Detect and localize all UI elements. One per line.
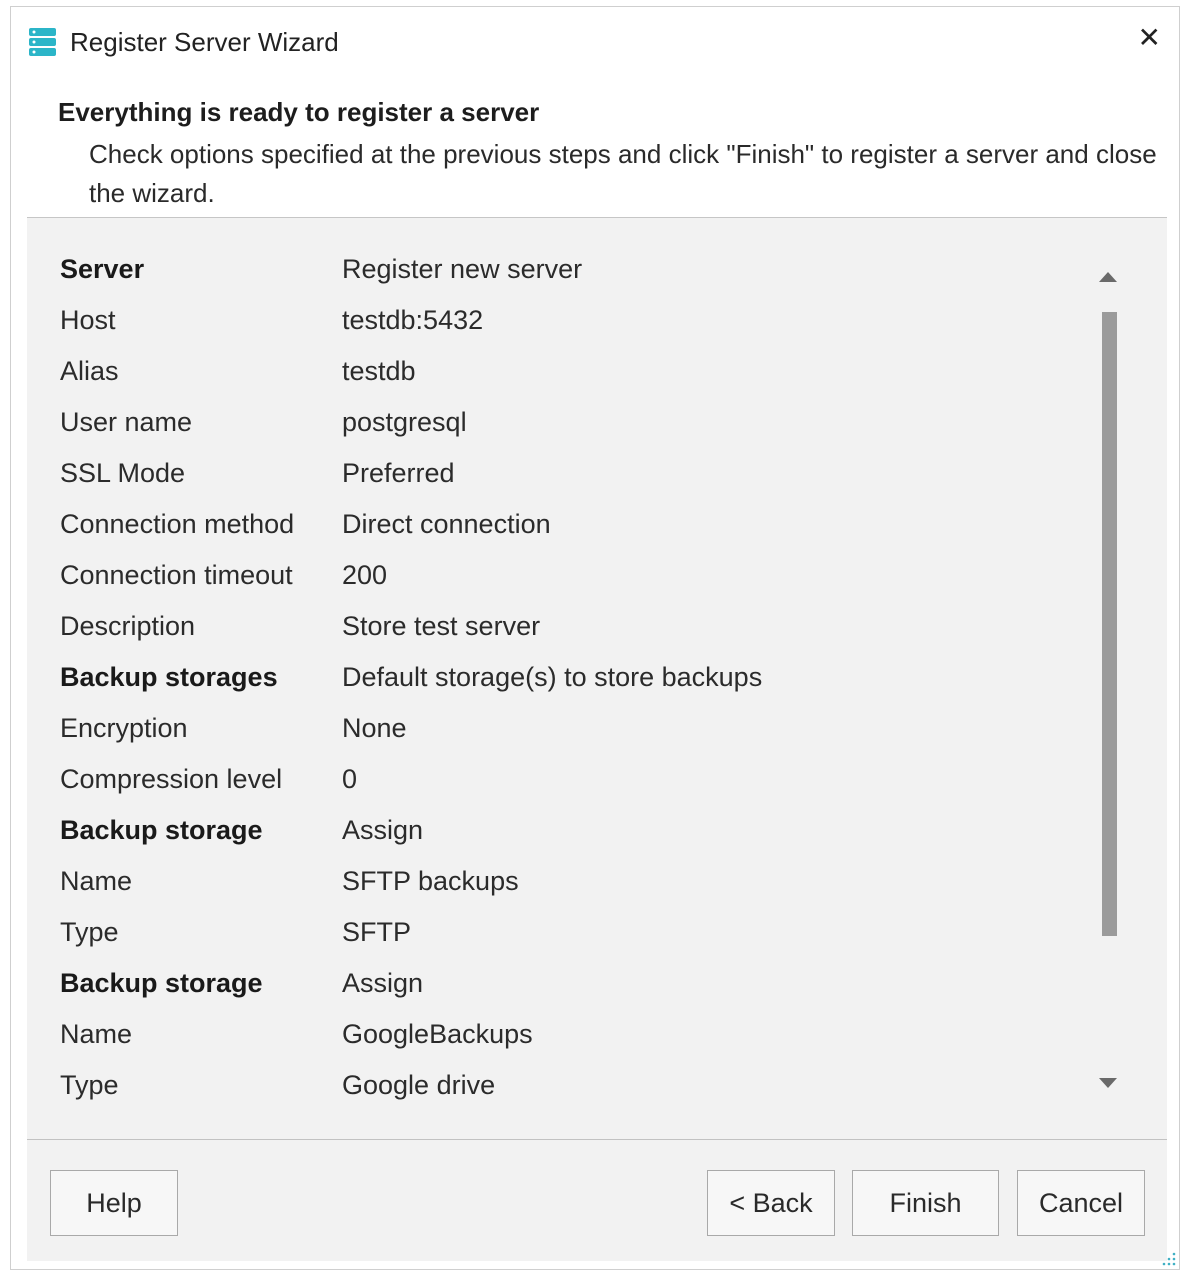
summary-value: Assign (342, 815, 424, 845)
summary-key: Name (60, 866, 133, 896)
summary-value: Direct connection (342, 509, 551, 539)
wizard-window: Register Server Wizard ✕ Everything is r… (10, 6, 1180, 1270)
finish-button[interactable]: Finish (852, 1170, 999, 1236)
scrollbar-thumb[interactable] (1102, 312, 1117, 936)
summary-row: Encryption None (27, 707, 1087, 758)
summary-key: Type (60, 917, 119, 947)
summary-row: Connection method Direct connection (27, 503, 1087, 554)
summary-key: Connection timeout (60, 560, 293, 590)
summary-key: Backup storage (60, 968, 263, 998)
scroll-down-arrow-icon[interactable] (1099, 1078, 1117, 1088)
page-heading: Everything is ready to register a server (58, 97, 540, 127)
summary-value: None (342, 713, 407, 743)
summary-value: Preferred (342, 458, 455, 488)
window-title: Register Server Wizard (70, 27, 339, 57)
cancel-button[interactable]: Cancel (1017, 1170, 1145, 1236)
summary-key: Connection method (60, 509, 295, 539)
summary-key: Encryption (60, 713, 188, 743)
summary-row: Backup storage Assign (27, 962, 1087, 1013)
summary-key: Host (60, 305, 116, 335)
title-bar[interactable]: Register Server Wizard ✕ (11, 7, 1179, 79)
database-server-icon (29, 28, 56, 56)
summary-row: Type SFTP (27, 911, 1087, 962)
summary-value: 0 (342, 764, 358, 794)
summary-value: SFTP (342, 917, 412, 947)
summary-row: User name postgresql (27, 401, 1087, 452)
summary-value: GoogleBackups (342, 1019, 533, 1049)
summary-key: Compression level (60, 764, 283, 794)
summary-value: Assign (342, 968, 424, 998)
summary-key: Backup storage (60, 815, 263, 845)
summary-key: SSL Mode (60, 458, 186, 488)
close-icon[interactable]: ✕ (1138, 21, 1161, 54)
summary-key: Server (60, 254, 145, 284)
summary-key: User name (60, 407, 193, 437)
summary-key: Description (60, 611, 196, 641)
resize-grip-icon[interactable] (1161, 1251, 1177, 1267)
back-button[interactable]: < Back (707, 1170, 835, 1236)
summary-row: SSL Mode Preferred (27, 452, 1087, 503)
summary-row: Connection timeout 200 (27, 554, 1087, 605)
summary-row: Alias testdb (27, 350, 1087, 401)
summary-key: Alias (60, 356, 119, 386)
summary-value: testdb (342, 356, 416, 386)
summary-key: Backup storages (60, 662, 278, 692)
summary-value: Store test server (342, 611, 541, 641)
summary-row: Backup storage Assign (27, 809, 1087, 860)
summary-row: Host testdb:5432 (27, 299, 1087, 350)
summary-row: Compression level 0 (27, 758, 1087, 809)
summary-value: Default storage(s) to store backups (342, 662, 763, 692)
page-description: Check options specified at the previous … (89, 139, 1157, 208)
footer-divider (27, 1139, 1167, 1140)
summary-key: Name (60, 1019, 133, 1049)
scroll-up-arrow-icon[interactable] (1099, 272, 1117, 282)
summary-row: Server Register new server (27, 248, 1087, 299)
help-button[interactable]: Help (50, 1170, 178, 1236)
summary-value: SFTP backups (342, 866, 519, 896)
summary-value: 200 (342, 560, 388, 590)
summary-row: Backup storages Default storage(s) to sto… (27, 656, 1087, 707)
summary-row: Description Store test server (27, 605, 1087, 656)
summary-key: Type (60, 1070, 119, 1100)
summary-value: Register new server (342, 254, 583, 284)
summary-row: Type Google drive (27, 1064, 1087, 1115)
summary-value: testdb:5432 (342, 305, 484, 335)
summary-value: postgresql (342, 407, 467, 437)
summary-value: Google drive (342, 1070, 496, 1100)
summary-row: Name SFTP backups (27, 860, 1087, 911)
summary-panel: Server Register new server Host testdb:5432… (27, 217, 1167, 1261)
summary-row: Name GoogleBackups (27, 1013, 1087, 1064)
summary-list: Server Register new server Host testdb:5432… (27, 248, 1097, 1118)
